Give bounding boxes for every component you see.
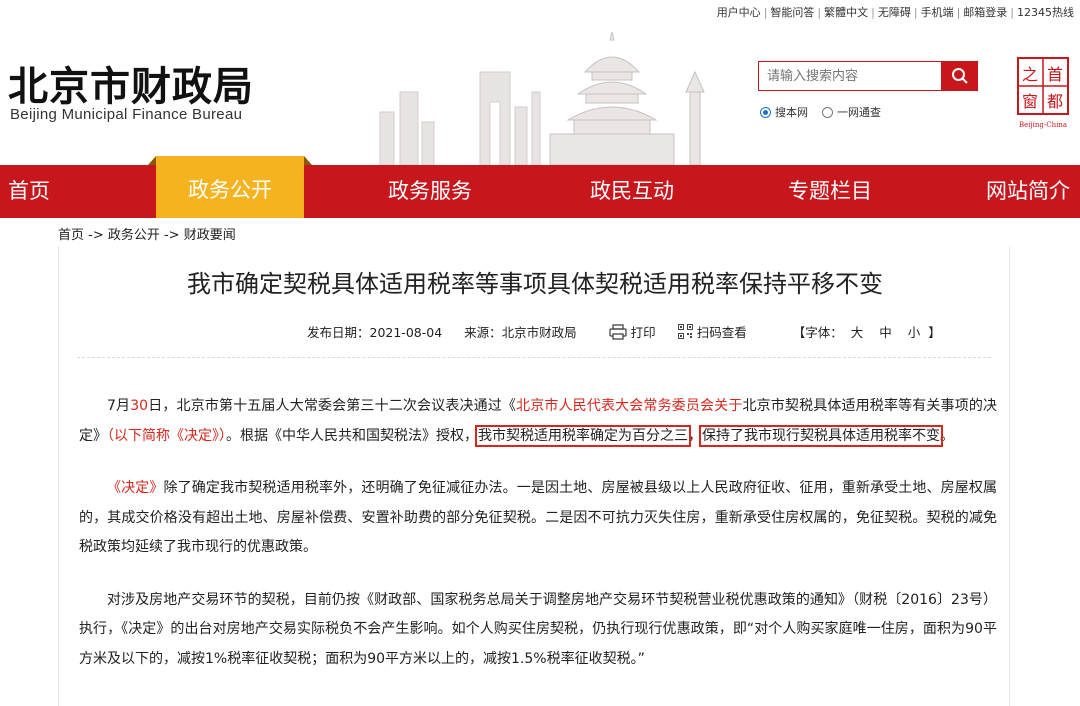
top-utility-links: 用户中心 | 智能问答 | 繁體中文 | 无障碍 | 手机端 | 邮箱登录 | 12345热线	[716, 6, 1074, 19]
font-size-selector: 【字体： 大中 小】	[793, 322, 941, 341]
capital-window-seal-logo: 首 之 都 窗 Beijing-China	[1017, 57, 1069, 129]
svg-text:都: 都	[1047, 92, 1063, 111]
radio-search-all-label: 一网通查	[837, 106, 881, 119]
qrcode-button[interactable]: 扫码查看	[677, 322, 747, 341]
toplink-12345-hotline[interactable]: 12345热线	[1017, 6, 1074, 19]
article-meta: 发布日期：2021-08-04 来源：北京市财政局 打印 扫码查看 【字体： 大中…	[307, 322, 941, 341]
toplink-mail-login[interactable]: 邮箱登录	[963, 6, 1007, 19]
qrcode-icon	[677, 324, 693, 339]
p2-text: 除了确定我市契税适用税率外，还明确了免征减征办法。一是因土地、房屋被县级以上人民…	[79, 480, 998, 555]
p1-date-highlight: 30	[130, 398, 149, 414]
article-paragraph-2: 《决定》除了确定我市契税适用税率外，还明确了免征减征办法。一是因土地、房屋被县级…	[79, 474, 997, 563]
toplink-accessibility[interactable]: 无障碍	[878, 6, 911, 19]
nav-item-about-site[interactable]: 网站简介	[976, 165, 1080, 218]
nav-item-government-services[interactable]: 政务服务	[370, 165, 490, 218]
nav-item-public-interaction[interactable]: 政民互动	[572, 165, 692, 218]
font-size-label: 【字体：	[792, 325, 843, 340]
toplink-traditional-chinese[interactable]: 繁體中文	[824, 6, 868, 19]
search-icon	[951, 68, 968, 84]
radio-search-site-label: 搜本网	[775, 106, 808, 119]
search-box	[758, 61, 978, 91]
svg-text:窗: 窗	[1022, 92, 1038, 111]
svg-text:之: 之	[1022, 65, 1038, 84]
p1-tax-rate-boxed: 我市契税适用税率确定为百分之三	[475, 424, 691, 447]
beijing-skyline-illustration	[379, 32, 705, 165]
radio-search-site[interactable]: 搜本网	[760, 104, 808, 120]
font-size-small[interactable]: 小	[908, 325, 921, 340]
font-size-large[interactable]: 大	[851, 325, 864, 340]
p1-text: 。根据《中华人民共和国契税法》授权，	[226, 427, 478, 444]
article-body: 7月30日，北京市第十五届人大常委会第三十二次会议表决通过《北京市人民代表大会常…	[79, 392, 997, 697]
p1-law-highlight: 北京市人民代表大会常务委员会关于	[516, 398, 743, 414]
font-size-medium[interactable]: 中	[879, 325, 892, 340]
nav-item-government-affairs[interactable]: 政务公开	[148, 156, 312, 218]
p2-decision-highlight: 《决定》	[107, 480, 164, 496]
svg-text:Beijing-China: Beijing-China	[1019, 121, 1067, 129]
nav-item-home[interactable]: 首页	[0, 165, 58, 218]
article-source: 来源：北京市财政局	[464, 325, 577, 340]
p1-text: 日，北京市第十五届人大常委会第三十二次会议表决通过《	[148, 398, 517, 414]
p1-unchanged-boxed: 保持了我市现行契税具体适用税率不变	[699, 424, 943, 447]
search-input[interactable]	[758, 61, 943, 91]
font-size-close: 】	[928, 325, 941, 340]
article-container: 我市确定契税具体适用税率等事项具体契税适用税率保持平移不变 发布日期：2021-…	[58, 246, 1010, 706]
article-paragraph-3: 对涉及房地产交易环节的契税，目前仍按《财政部、国家税务总局关于调整房地产交易环节…	[79, 591, 997, 667]
article-title: 我市确定契税具体适用税率等事项具体契税适用税率保持平移不变	[187, 270, 883, 298]
print-label: 打印	[630, 325, 656, 340]
breadcrumb[interactable]: 首页 -> 政务公开 -> 财政要闻	[58, 224, 236, 243]
p1-text: ，	[688, 427, 702, 444]
nav-item-special-topics[interactable]: 专题栏目	[770, 165, 890, 218]
search-scope: 搜本网 一网通查	[760, 104, 881, 120]
toplink-mobile[interactable]: 手机端	[921, 6, 954, 19]
meta-divider	[77, 357, 991, 358]
site-header: 北京市财政局 Beijing Municipal Finance Bureau …	[0, 22, 1080, 165]
qrcode-label: 扫码查看	[696, 325, 747, 340]
p1-text: 。	[940, 427, 954, 444]
print-button[interactable]: 打印	[609, 322, 656, 341]
print-icon	[609, 323, 627, 340]
article-paragraph-1: 7月30日，北京市第十五届人大常委会第三十二次会议表决通过《北京市人民代表大会常…	[79, 392, 997, 451]
svg-text:首: 首	[1047, 65, 1063, 84]
toplink-smart-qa[interactable]: 智能问答	[770, 6, 814, 19]
p1-text: 7月	[107, 398, 131, 414]
main-nav: 首页 政务公开 政务服务 政民互动 专题栏目 网站简介	[0, 156, 1080, 218]
publish-date: 发布日期：2021-08-04	[307, 325, 443, 340]
toplink-user-center[interactable]: 用户中心	[717, 6, 761, 19]
site-logo-english: Beijing Municipal Finance Bureau	[10, 106, 243, 123]
search-button[interactable]	[941, 61, 978, 91]
radio-search-all[interactable]: 一网通查	[822, 104, 881, 120]
p1-abbrev-highlight: （以下简称《决定》）	[107, 427, 226, 444]
site-logo-chinese[interactable]: 北京市财政局	[8, 54, 254, 112]
